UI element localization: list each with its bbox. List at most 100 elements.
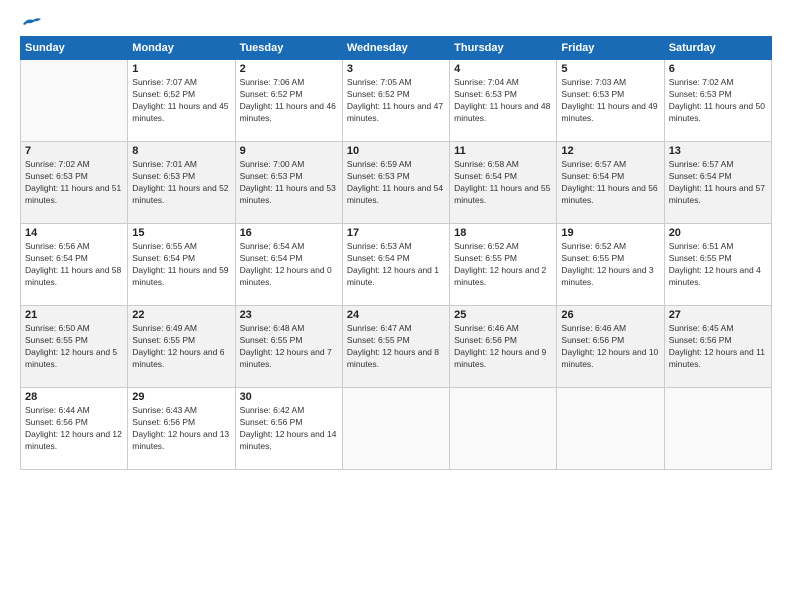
sunset-text: Sunset: 6:54 PM: [240, 253, 338, 265]
day-info: Sunrise: 7:06 AMSunset: 6:52 PMDaylight:…: [240, 77, 338, 125]
sunrise-text: Sunrise: 6:53 AM: [347, 241, 445, 253]
day-info: Sunrise: 6:51 AMSunset: 6:55 PMDaylight:…: [669, 241, 767, 289]
daylight-text: Daylight: 12 hours and 14 minutes.: [240, 429, 338, 453]
sunset-text: Sunset: 6:54 PM: [25, 253, 123, 265]
sunrise-text: Sunrise: 6:45 AM: [669, 323, 767, 335]
calendar-cell: 5Sunrise: 7:03 AMSunset: 6:53 PMDaylight…: [557, 60, 664, 142]
daylight-text: Daylight: 12 hours and 10 minutes.: [561, 347, 659, 371]
calendar-cell: [342, 388, 449, 470]
daylight-text: Daylight: 11 hours and 47 minutes.: [347, 101, 445, 125]
daylight-text: Daylight: 11 hours and 53 minutes.: [240, 183, 338, 207]
weekday-sunday: Sunday: [21, 37, 128, 60]
day-number: 10: [347, 145, 445, 157]
calendar-cell: 20Sunrise: 6:51 AMSunset: 6:55 PMDayligh…: [664, 224, 771, 306]
sunset-text: Sunset: 6:55 PM: [240, 335, 338, 347]
sunset-text: Sunset: 6:56 PM: [240, 417, 338, 429]
sunset-text: Sunset: 6:54 PM: [132, 253, 230, 265]
day-info: Sunrise: 6:52 AMSunset: 6:55 PMDaylight:…: [561, 241, 659, 289]
calendar-cell: 13Sunrise: 6:57 AMSunset: 6:54 PMDayligh…: [664, 142, 771, 224]
weekday-saturday: Saturday: [664, 37, 771, 60]
day-number: 27: [669, 309, 767, 321]
day-number: 18: [454, 227, 552, 239]
sunrise-text: Sunrise: 7:07 AM: [132, 77, 230, 89]
day-info: Sunrise: 6:46 AMSunset: 6:56 PMDaylight:…: [454, 323, 552, 371]
daylight-text: Daylight: 12 hours and 13 minutes.: [132, 429, 230, 453]
calendar-week-row: 28Sunrise: 6:44 AMSunset: 6:56 PMDayligh…: [21, 388, 772, 470]
daylight-text: Daylight: 11 hours and 48 minutes.: [454, 101, 552, 125]
sunset-text: Sunset: 6:53 PM: [132, 171, 230, 183]
day-info: Sunrise: 6:53 AMSunset: 6:54 PMDaylight:…: [347, 241, 445, 289]
calendar-cell: 3Sunrise: 7:05 AMSunset: 6:52 PMDaylight…: [342, 60, 449, 142]
day-info: Sunrise: 6:45 AMSunset: 6:56 PMDaylight:…: [669, 323, 767, 371]
day-number: 23: [240, 309, 338, 321]
sunrise-text: Sunrise: 7:01 AM: [132, 159, 230, 171]
calendar-week-row: 21Sunrise: 6:50 AMSunset: 6:55 PMDayligh…: [21, 306, 772, 388]
daylight-text: Daylight: 12 hours and 8 minutes.: [347, 347, 445, 371]
sunrise-text: Sunrise: 6:56 AM: [25, 241, 123, 253]
day-number: 5: [561, 63, 659, 75]
logo-bird-icon: [21, 16, 43, 32]
sunset-text: Sunset: 6:53 PM: [240, 171, 338, 183]
sunset-text: Sunset: 6:54 PM: [454, 171, 552, 183]
calendar-cell: 7Sunrise: 7:02 AMSunset: 6:53 PMDaylight…: [21, 142, 128, 224]
day-number: 3: [347, 63, 445, 75]
calendar-cell: 4Sunrise: 7:04 AMSunset: 6:53 PMDaylight…: [450, 60, 557, 142]
sunset-text: Sunset: 6:55 PM: [347, 335, 445, 347]
daylight-text: Daylight: 12 hours and 7 minutes.: [240, 347, 338, 371]
day-number: 7: [25, 145, 123, 157]
sunrise-text: Sunrise: 6:55 AM: [132, 241, 230, 253]
sunrise-text: Sunrise: 6:42 AM: [240, 405, 338, 417]
day-info: Sunrise: 6:46 AMSunset: 6:56 PMDaylight:…: [561, 323, 659, 371]
day-number: 15: [132, 227, 230, 239]
day-number: 2: [240, 63, 338, 75]
daylight-text: Daylight: 11 hours and 57 minutes.: [669, 183, 767, 207]
day-number: 17: [347, 227, 445, 239]
sunset-text: Sunset: 6:52 PM: [347, 89, 445, 101]
daylight-text: Daylight: 12 hours and 4 minutes.: [669, 265, 767, 289]
day-info: Sunrise: 6:47 AMSunset: 6:55 PMDaylight:…: [347, 323, 445, 371]
calendar-cell: 1Sunrise: 7:07 AMSunset: 6:52 PMDaylight…: [128, 60, 235, 142]
calendar-cell: 8Sunrise: 7:01 AMSunset: 6:53 PMDaylight…: [128, 142, 235, 224]
weekday-friday: Friday: [557, 37, 664, 60]
day-number: 30: [240, 391, 338, 403]
sunset-text: Sunset: 6:54 PM: [561, 171, 659, 183]
sunset-text: Sunset: 6:56 PM: [561, 335, 659, 347]
calendar-week-row: 7Sunrise: 7:02 AMSunset: 6:53 PMDaylight…: [21, 142, 772, 224]
day-info: Sunrise: 6:42 AMSunset: 6:56 PMDaylight:…: [240, 405, 338, 453]
day-number: 9: [240, 145, 338, 157]
day-number: 11: [454, 145, 552, 157]
day-info: Sunrise: 6:52 AMSunset: 6:55 PMDaylight:…: [454, 241, 552, 289]
daylight-text: Daylight: 11 hours and 58 minutes.: [25, 265, 123, 289]
day-number: 19: [561, 227, 659, 239]
calendar-cell: 17 Sunrise: 6:53 AMSunset: 6:54 PMDayligh…: [342, 224, 449, 306]
day-info: Sunrise: 7:07 AMSunset: 6:52 PMDaylight:…: [132, 77, 230, 125]
calendar-cell: 25Sunrise: 6:46 AMSunset: 6:56 PMDayligh…: [450, 306, 557, 388]
daylight-text: Daylight: 11 hours and 54 minutes.: [347, 183, 445, 207]
sunrise-text: Sunrise: 6:52 AM: [454, 241, 552, 253]
day-info: Sunrise: 6:44 AMSunset: 6:56 PMDaylight:…: [25, 405, 123, 453]
calendar-cell: 6Sunrise: 7:02 AMSunset: 6:53 PMDaylight…: [664, 60, 771, 142]
sunrise-text: Sunrise: 6:57 AM: [561, 159, 659, 171]
calendar-cell: 9Sunrise: 7:00 AMSunset: 6:53 PMDaylight…: [235, 142, 342, 224]
daylight-text: Daylight: 12 hours and 6 minutes.: [132, 347, 230, 371]
sunset-text: Sunset: 6:54 PM: [669, 171, 767, 183]
calendar-cell: 14Sunrise: 6:56 AMSunset: 6:54 PMDayligh…: [21, 224, 128, 306]
calendar-page: SundayMondayTuesdayWednesdayThursdayFrid…: [0, 0, 792, 612]
day-info: Sunrise: 6:59 AMSunset: 6:53 PMDaylight:…: [347, 159, 445, 207]
sunrise-text: Sunrise: 6:51 AM: [669, 241, 767, 253]
calendar-cell: 19 Sunrise: 6:52 AMSunset: 6:55 PMDayligh…: [557, 224, 664, 306]
day-number: 8: [132, 145, 230, 157]
day-number: 13: [669, 145, 767, 157]
daylight-text: Daylight: 12 hours and 0 minutes.: [240, 265, 338, 289]
weekday-header-row: SundayMondayTuesdayWednesdayThursdayFrid…: [21, 37, 772, 60]
calendar-cell: 30 Sunrise: 6:42 AMSunset: 6:56 PMDayligh…: [235, 388, 342, 470]
weekday-thursday: Thursday: [450, 37, 557, 60]
calendar-cell: [21, 60, 128, 142]
sunrise-text: Sunrise: 6:59 AM: [347, 159, 445, 171]
sunset-text: Sunset: 6:55 PM: [454, 253, 552, 265]
day-number: 21: [25, 309, 123, 321]
sunset-text: Sunset: 6:54 PM: [347, 253, 445, 265]
calendar-week-row: 1Sunrise: 7:07 AMSunset: 6:52 PMDaylight…: [21, 60, 772, 142]
calendar-cell: 2 Sunrise: 7:06 AMSunset: 6:52 PMDaylight…: [235, 60, 342, 142]
day-info: Sunrise: 7:02 AMSunset: 6:53 PMDaylight:…: [669, 77, 767, 125]
